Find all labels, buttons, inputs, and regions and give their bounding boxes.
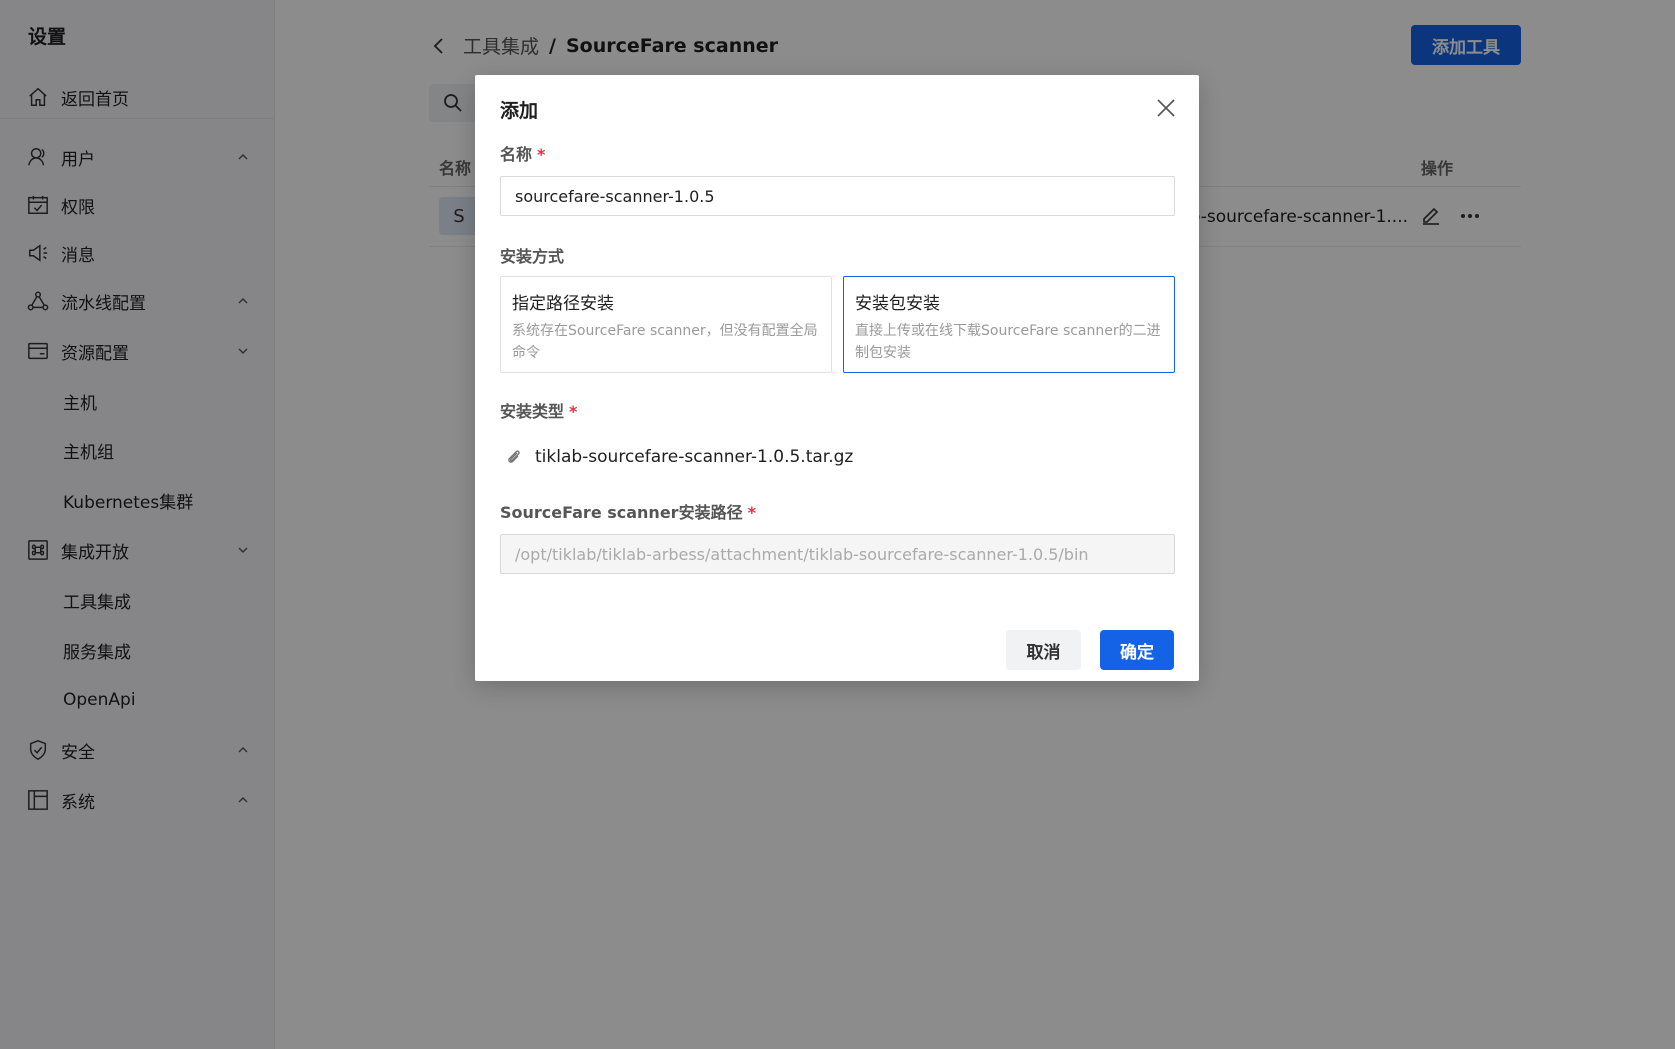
option-path-desc: 系统存在SourceFare scanner，但没有配置全局命令 [512,323,818,361]
option-path-install[interactable]: 指定路径安装 系统存在SourceFare scanner，但没有配置全局命令 [500,276,832,373]
option-package-title: 安装包安装 [855,294,940,314]
option-package-desc: 直接上传或在线下载SourceFare scanner的二进制包安装 [855,323,1161,361]
confirm-button[interactable]: 确定 [1100,630,1174,670]
add-tool-modal: 添加 名称* 安装方式 指定路径安装 系统存在SourceFare scanne… [475,75,1199,681]
close-icon[interactable] [1155,97,1177,119]
paperclip-icon [508,450,520,463]
required-mark: * [569,402,578,421]
attachment-file-name: tiklab-sourcefare-scanner-1.0.5.tar.gz [535,447,854,467]
required-mark: * [537,145,546,164]
install-path-label: SourceFare scanner安装路径 * [500,499,756,523]
option-path-title: 指定路径安装 [512,294,614,314]
install-method-label: 安装方式 [500,247,565,266]
install-path-field [500,534,1175,574]
name-label: 名称 * [500,141,545,165]
name-field[interactable] [500,176,1175,216]
option-package-install[interactable]: 安装包安装 直接上传或在线下载SourceFare scanner的二进制包安装 [843,276,1175,373]
attachment-file[interactable]: tiklab-sourcefare-scanner-1.0.5.tar.gz [505,447,853,467]
modal-title: 添加 [500,100,539,122]
name-label-text: 名称 [500,145,533,164]
required-mark: * [747,503,756,522]
install-type-label-text: 安装类型 [500,402,565,421]
install-type-label: 安装类型 * [500,398,577,422]
cancel-button[interactable]: 取消 [1006,630,1081,670]
install-path-label-text: SourceFare scanner安装路径 [500,503,743,522]
